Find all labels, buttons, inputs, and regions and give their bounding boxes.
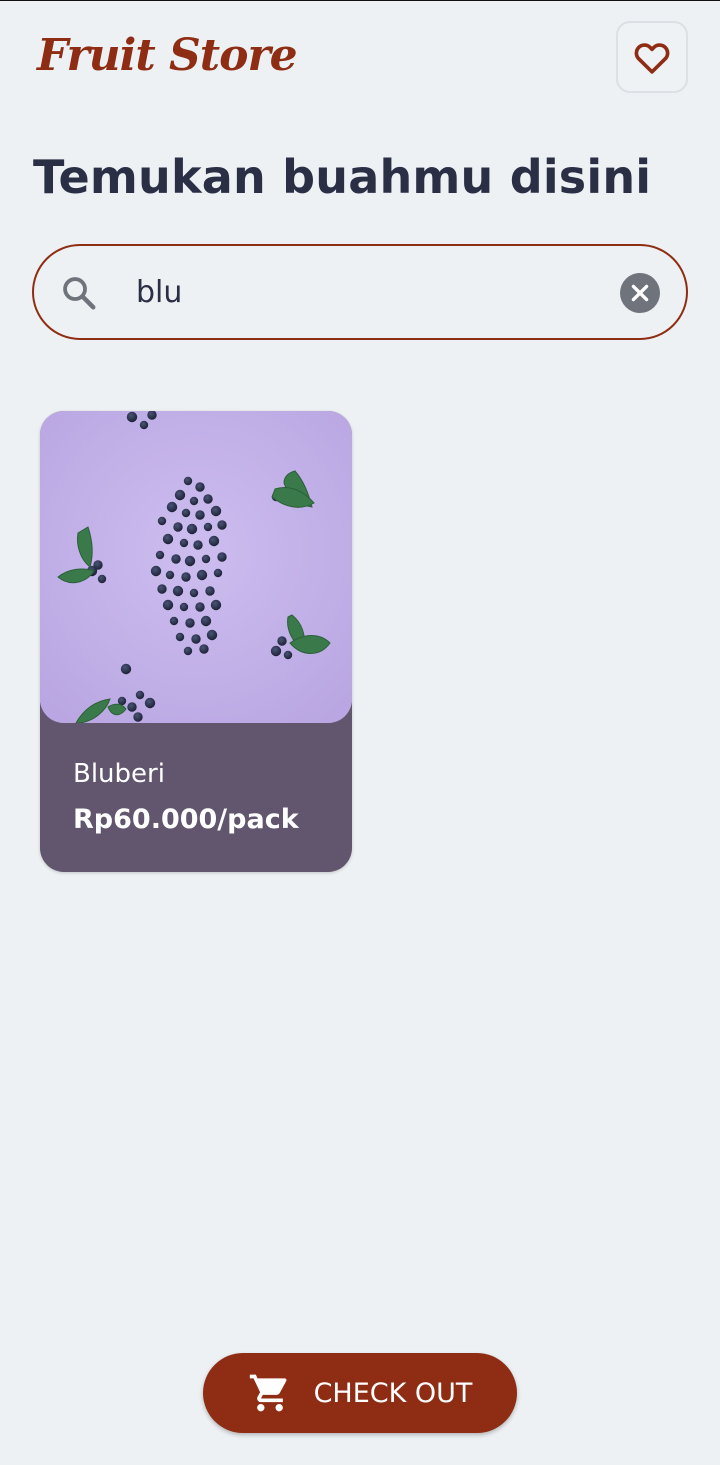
status-divider: [0, 0, 720, 1]
product-price: Rp60.000/pack: [73, 804, 299, 835]
favorites-button[interactable]: [616, 21, 688, 93]
product-image: [40, 411, 352, 723]
clear-search-button[interactable]: [620, 273, 660, 313]
app-logo: Fruit Store: [37, 30, 298, 81]
search-icon: [63, 277, 96, 310]
checkout-label: CHECK OUT: [313, 1377, 473, 1409]
product-card[interactable]: Bluberi Rp60.000/pack: [40, 411, 352, 872]
search-input[interactable]: [136, 268, 606, 316]
clear-icon: [631, 284, 649, 302]
search-bar[interactable]: [32, 244, 688, 340]
product-name: Bluberi: [73, 759, 165, 789]
page-title: Temukan buahmu disini: [33, 150, 652, 204]
cart-icon: [249, 1374, 287, 1412]
heart-outline-icon: [634, 43, 670, 74]
checkout-button[interactable]: CHECK OUT: [203, 1353, 517, 1433]
blueberries-photo: [40, 411, 352, 723]
